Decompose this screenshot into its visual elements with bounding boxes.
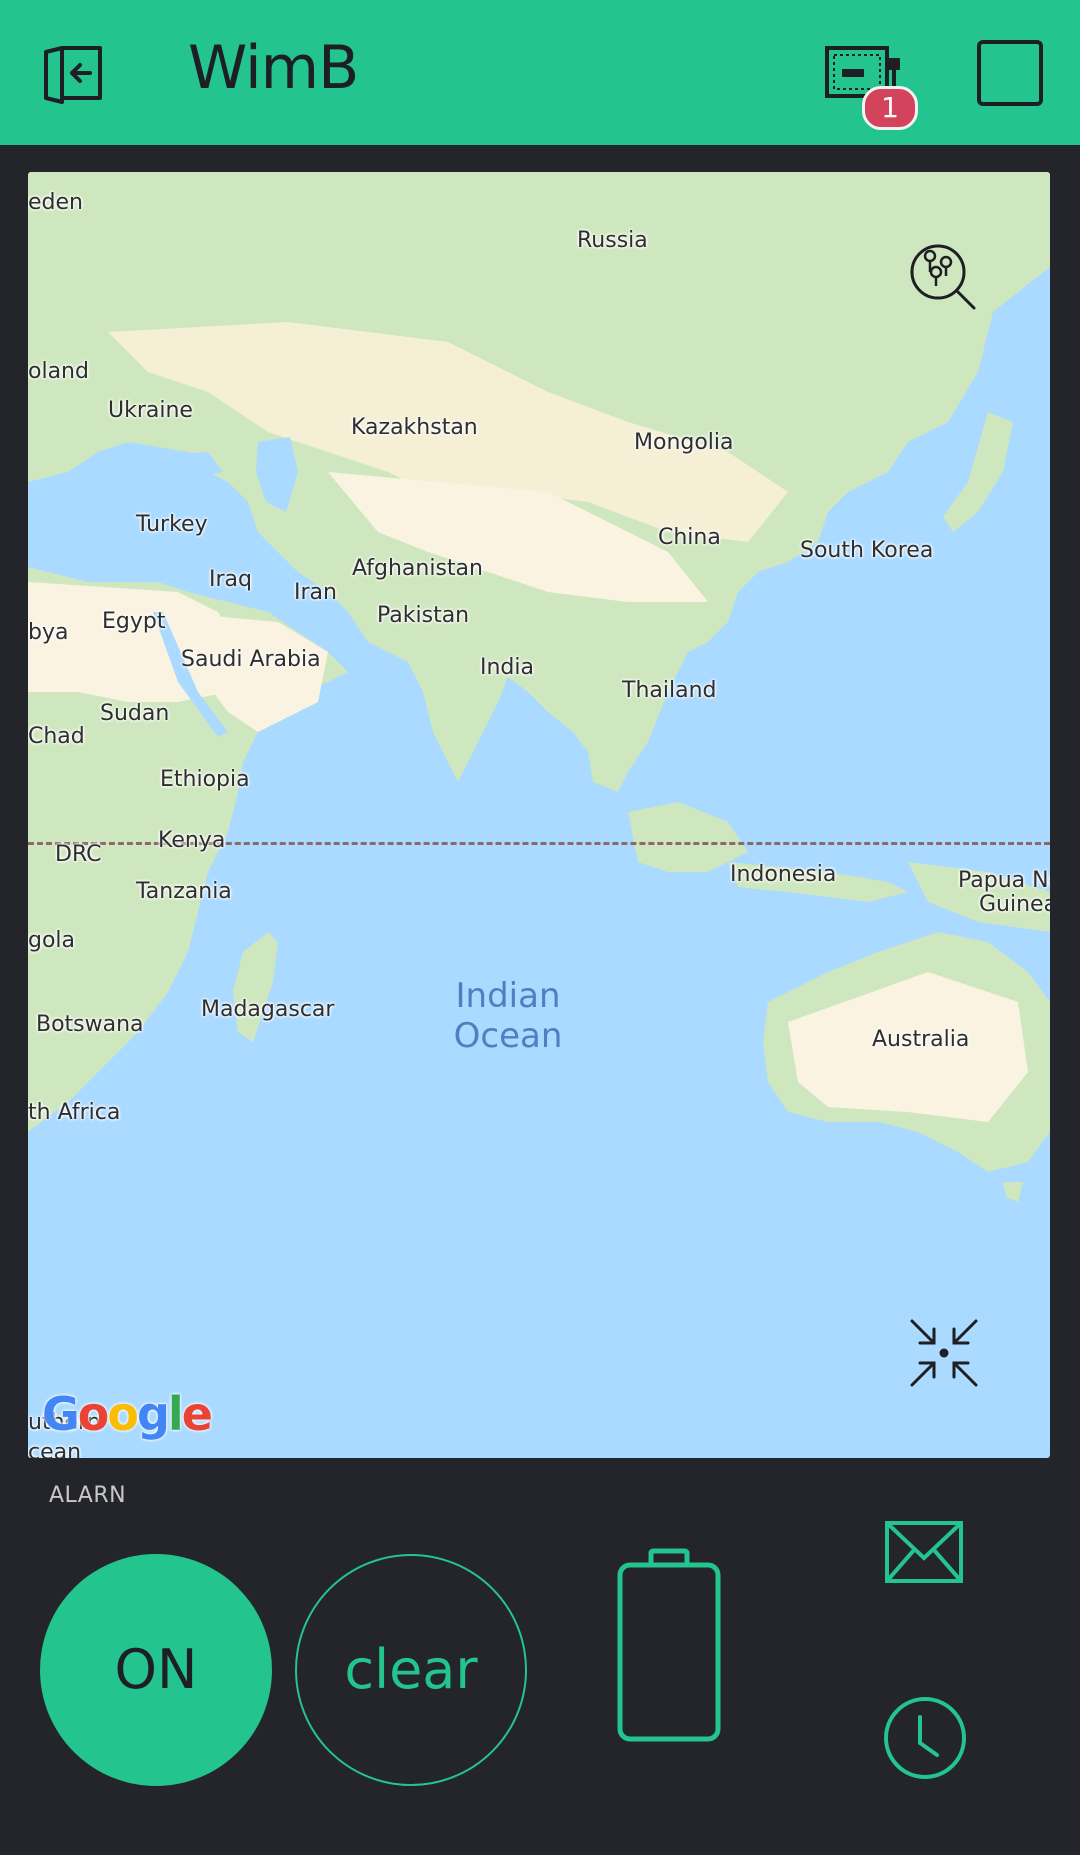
- map-label-australia: Australia: [872, 1027, 970, 1052]
- map-label-chad: Chad: [28, 724, 85, 749]
- alarm-label: ALARN: [49, 1483, 127, 1508]
- map-label-egypt: Egypt: [102, 609, 166, 634]
- map-label-ukraine: Ukraine: [108, 398, 193, 423]
- on-button[interactable]: ON: [40, 1554, 272, 1786]
- map-label-china: China: [658, 525, 721, 550]
- map-label-russia: Russia: [577, 228, 648, 253]
- map-label-libya: bya: [28, 620, 69, 645]
- map-label-indian-ocean: Indian Ocean: [453, 976, 563, 1056]
- map-label-guinea: Guinea: [979, 892, 1050, 917]
- map-search-icon[interactable]: [908, 242, 978, 314]
- map-label-turkey: Turkey: [136, 512, 208, 537]
- exit-icon[interactable]: [40, 40, 110, 105]
- page-title: WimB: [188, 33, 359, 103]
- map-label-iraq: Iraq: [209, 567, 252, 592]
- mail-icon[interactable]: [884, 1520, 964, 1584]
- map-label-kenya: Kenya: [158, 828, 226, 853]
- map-land-shapes: [28, 172, 1050, 1202]
- google-logo: Google: [42, 1387, 213, 1441]
- map-label-saudi-arabia: Saudi Arabia: [181, 647, 321, 672]
- map-label-botswana: Botswana: [36, 1012, 144, 1037]
- map-label-ethiopia: Ethiopia: [160, 767, 250, 792]
- app-header: WimB 1: [0, 0, 1080, 145]
- map-label-thailand: Thailand: [622, 678, 717, 703]
- map-label-sudan: Sudan: [100, 701, 170, 726]
- notification-badge: 1: [862, 86, 918, 130]
- collapse-arrows-icon[interactable]: [908, 1317, 980, 1389]
- map-label-kazakhstan: Kazakhstan: [351, 415, 478, 440]
- map-label-mongolia: Mongolia: [634, 430, 734, 455]
- battery-icon: [616, 1547, 722, 1743]
- map-label-iran: Iran: [294, 580, 337, 605]
- clock-icon[interactable]: [882, 1695, 968, 1781]
- map-label-south-korea: South Korea: [800, 538, 934, 563]
- clear-button[interactable]: clear: [295, 1554, 527, 1786]
- map-label-poland: oland: [28, 359, 89, 384]
- map-label-tanzania: Tanzania: [136, 879, 232, 904]
- map-label-angola: gola: [28, 928, 76, 953]
- map-label-india: India: [480, 655, 534, 680]
- map-label-pakistan: Pakistan: [377, 603, 470, 628]
- map-label-afghanistan: Afghanistan: [352, 556, 483, 581]
- map-label-ocean-fragment: cean: [28, 1440, 82, 1458]
- map-label-indonesia: Indonesia: [730, 862, 837, 887]
- map-label-south-africa: th Africa: [28, 1100, 121, 1125]
- map-label-madagascar: Madagascar: [201, 997, 335, 1022]
- map-label-sweden: eden: [28, 190, 83, 215]
- square-icon[interactable]: [977, 40, 1043, 106]
- map-view[interactable]: eden Russia oland Ukraine Kazakhstan Mon…: [28, 172, 1050, 1458]
- map-label-papua: Papua Ne: [958, 868, 1050, 893]
- map-label-drc: DRC: [55, 842, 102, 867]
